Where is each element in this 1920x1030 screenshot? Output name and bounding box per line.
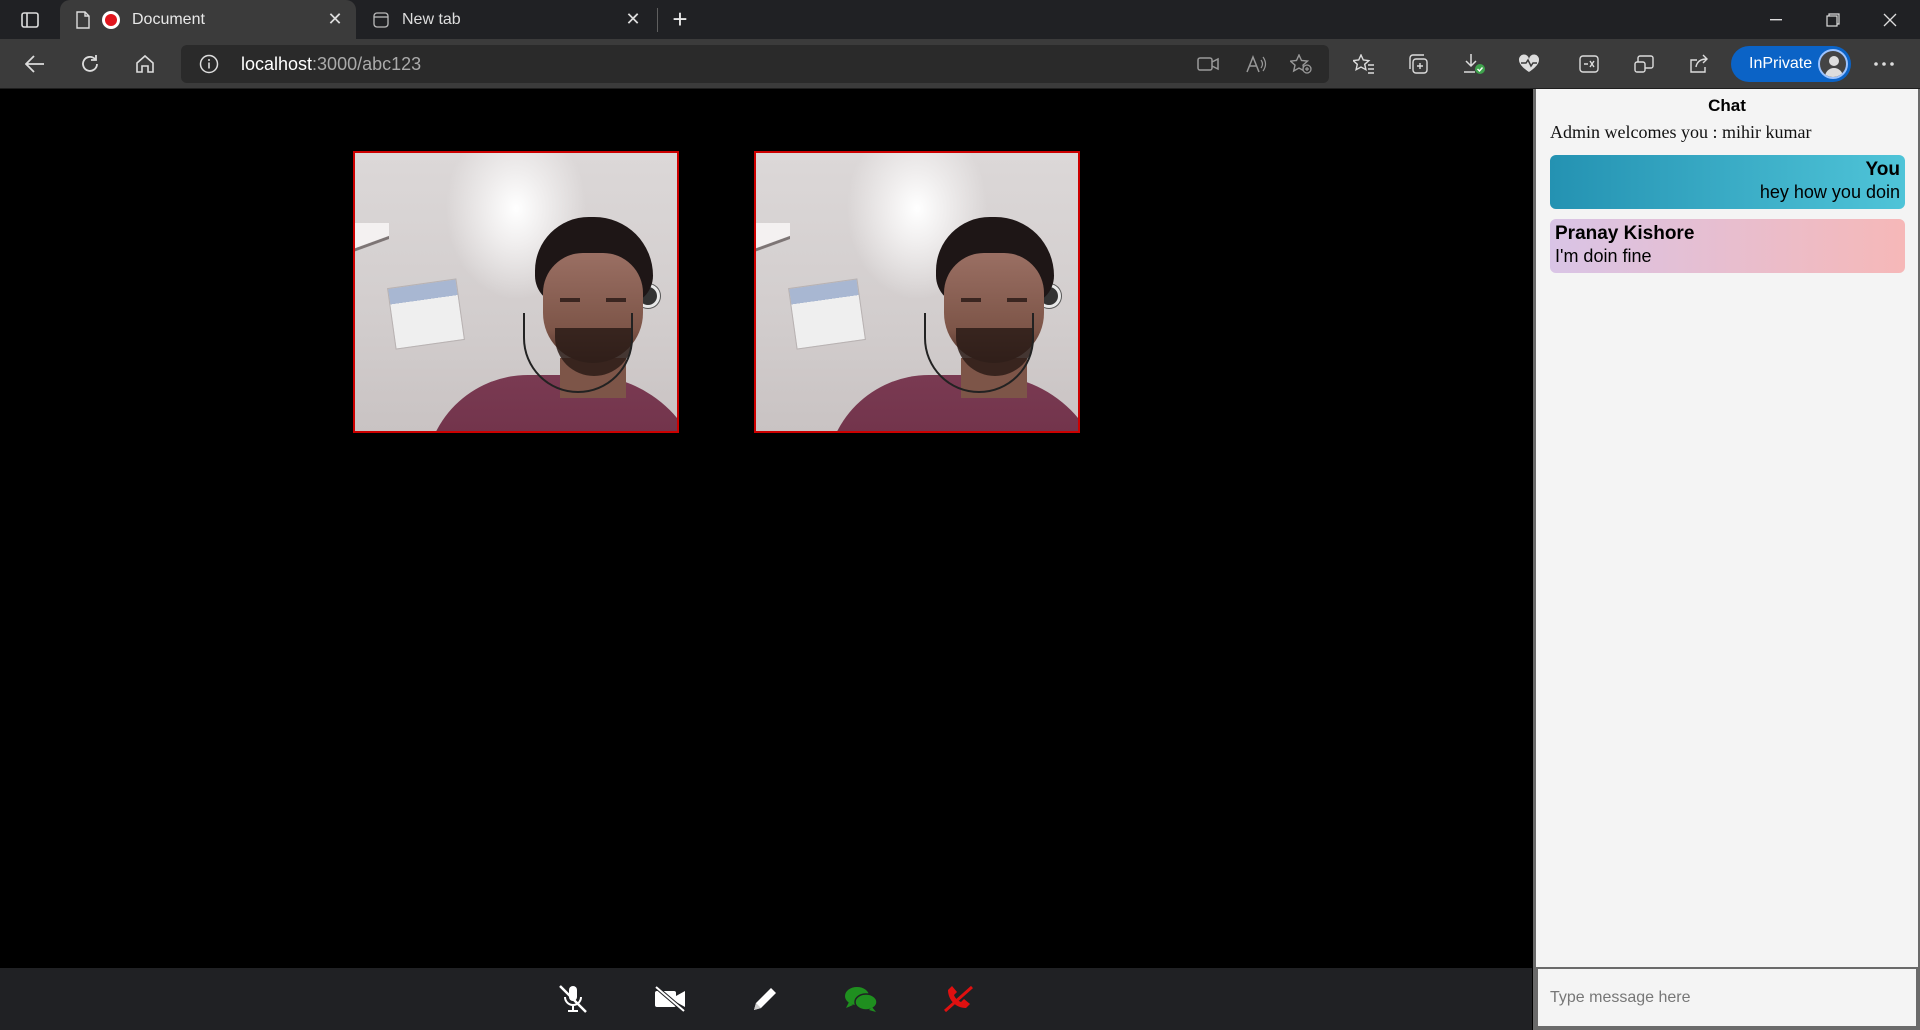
meeting-controls — [0, 968, 1532, 1030]
more-options-icon[interactable] — [1868, 48, 1900, 80]
video-feed — [756, 153, 1078, 431]
url-host: localhost — [241, 54, 313, 74]
message-sender: Pranay Kishore — [1555, 223, 1695, 244]
document-icon — [74, 10, 92, 30]
tab-document[interactable]: Document ✕ — [60, 0, 356, 39]
camera-in-use-icon[interactable] — [1196, 53, 1220, 75]
profile-avatar — [1818, 49, 1848, 79]
favorites-icon[interactable] — [1348, 48, 1380, 80]
new-tab-button[interactable]: + — [666, 4, 694, 34]
message-text: I'm doin fine — [1555, 246, 1652, 266]
address-bar[interactable]: localhost:3000/abc123 — [181, 45, 1329, 83]
inprivate-button[interactable]: InPrivate — [1731, 46, 1851, 82]
minimize-icon[interactable] — [1748, 0, 1804, 39]
video-tile-1 — [353, 151, 679, 433]
chat-message-received: Pranay Kishore I'm doin fine — [1550, 219, 1905, 273]
video-tile-2 — [754, 151, 1080, 433]
mic-off-icon[interactable] — [555, 982, 591, 1016]
tab-title: Document — [132, 10, 205, 28]
back-arrow-icon[interactable] — [19, 48, 51, 80]
url-text[interactable]: localhost:3000/abc123 — [241, 54, 421, 75]
share-icon[interactable] — [1683, 48, 1715, 80]
close-tab-icon[interactable]: ✕ — [618, 5, 648, 35]
url-path: :3000/abc123 — [312, 54, 422, 74]
home-icon[interactable] — [129, 48, 161, 80]
refresh-icon[interactable] — [74, 48, 106, 80]
meeting-page: Chat Admin welcomes you : mihir kumar Yo… — [0, 89, 1920, 1030]
browser-toolbar: localhost:3000/abc123 InPrivate — [0, 39, 1920, 89]
chat-icon[interactable] — [843, 982, 879, 1016]
close-tab-icon[interactable]: ✕ — [320, 5, 350, 35]
chat-title: Chat — [1708, 96, 1746, 115]
inprivate-label: InPrivate — [1749, 55, 1813, 72]
wall-calendar — [387, 278, 465, 350]
add-favorite-icon[interactable] — [1289, 53, 1313, 75]
restore-icon[interactable] — [1805, 0, 1861, 39]
recording-icon — [102, 10, 120, 29]
screenshot-icon[interactable] — [1628, 48, 1660, 80]
site-info-icon[interactable] — [199, 54, 219, 74]
video-feed — [355, 153, 677, 431]
read-aloud-icon[interactable] — [1244, 53, 1268, 75]
chat-message-input[interactable] — [1536, 967, 1918, 1028]
math-solver-icon[interactable] — [1573, 48, 1605, 80]
tab-new-tab[interactable]: New tab ✕ — [358, 0, 654, 39]
close-window-icon[interactable] — [1862, 0, 1918, 39]
new-tab-page-icon — [372, 10, 390, 30]
message-text: hey how you doin — [1759, 182, 1900, 202]
chat-welcome-message: Admin welcomes you : mihir kumar — [1550, 122, 1812, 142]
wall-calendar — [788, 278, 866, 350]
browser-essentials-icon[interactable] — [1513, 48, 1545, 80]
message-sender: You — [1865, 159, 1900, 180]
collections-icon[interactable] — [1403, 48, 1435, 80]
downloads-icon[interactable] — [1458, 48, 1490, 80]
tab-actions-icon[interactable] — [18, 9, 42, 31]
video-off-icon[interactable] — [652, 982, 688, 1016]
end-call-icon[interactable] — [941, 982, 977, 1016]
tab-title: New tab — [402, 10, 461, 28]
pencil-icon[interactable] — [747, 982, 783, 1016]
chat-message-sent: You hey how you doin — [1550, 155, 1905, 209]
tab-strip: Document ✕ New tab ✕ + — [0, 0, 1920, 39]
browser-window: Document ✕ New tab ✕ + localhost:3000/ab… — [0, 0, 1920, 1030]
tab-separator — [657, 8, 658, 32]
chat-panel: Chat Admin welcomes you : mihir kumar Yo… — [1533, 89, 1920, 1030]
